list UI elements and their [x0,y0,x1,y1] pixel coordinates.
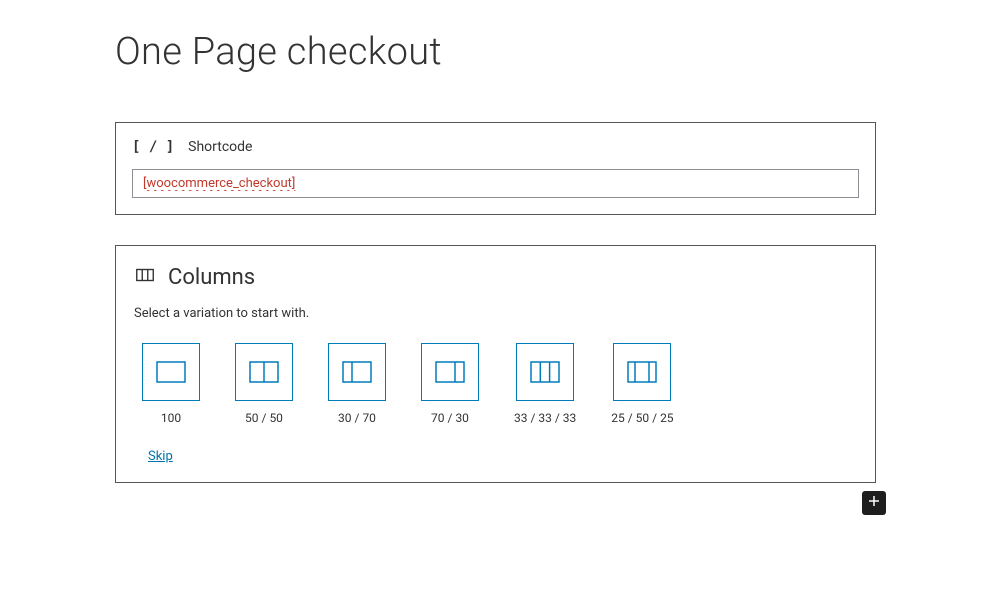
variation-25-50-25[interactable]: 25 / 50 / 25 [611,343,673,425]
columns-block: Columns Select a variation to start with… [115,245,876,483]
variation-box-33-33-33 [516,343,574,401]
variation-70-30[interactable]: 70 / 30 [421,343,479,425]
shortcode-block: [ / ] Shortcode [115,122,876,215]
columns-title: Columns [168,265,255,290]
variation-box-100 [142,343,200,401]
columns-description: Select a variation to start with. [134,306,857,321]
shortcode-input[interactable] [132,169,859,198]
variation-30-70[interactable]: 30 / 70 [328,343,386,425]
variation-label: 30 / 70 [338,411,376,425]
shortcode-icon: [ / ] [132,139,174,155]
shortcode-block-header: [ / ] Shortcode [132,139,859,155]
variation-box-50-50 [235,343,293,401]
page-title: One Page checkout [115,30,876,74]
variation-box-30-70 [328,343,386,401]
variation-label: 33 / 33 / 33 [514,411,576,425]
shortcode-label: Shortcode [188,139,252,155]
columns-icon [134,264,156,290]
variation-box-70-30 [421,343,479,401]
columns-block-header: Columns [134,264,857,290]
add-block-button[interactable] [862,491,886,515]
variation-label: 50 / 50 [245,411,283,425]
variation-box-25-50-25 [613,343,671,401]
variation-label: 25 / 50 / 25 [611,411,673,425]
variation-label: 100 [161,411,181,425]
skip-link[interactable]: Skip [134,449,173,464]
variation-33-33-33[interactable]: 33 / 33 / 33 [514,343,576,425]
variation-100[interactable]: 100 [142,343,200,425]
variations-row: 100 50 / 50 30 / 70 [134,343,857,425]
variation-50-50[interactable]: 50 / 50 [235,343,293,425]
variation-label: 70 / 30 [431,411,469,425]
plus-icon [866,493,882,513]
